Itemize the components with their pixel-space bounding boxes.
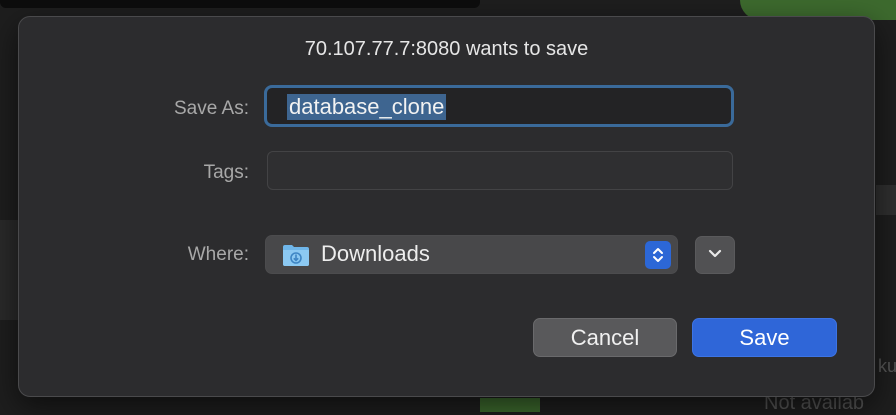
save-as-label: Save As: — [174, 98, 249, 119]
background-panel-right — [876, 185, 896, 215]
save-dialog: 70.107.77.7:8080 wants to save Save As: … — [18, 16, 875, 397]
chevron-down-icon — [707, 246, 723, 264]
expand-dialog-button[interactable] — [695, 236, 735, 274]
where-select[interactable]: Downloads — [265, 235, 678, 274]
up-down-chevron-icon[interactable] — [645, 241, 671, 269]
background-panel-left — [0, 220, 18, 320]
background-window-edge — [0, 0, 480, 8]
where-value: Downloads — [321, 241, 430, 266]
save-as-value: database_clone — [287, 94, 447, 120]
save-as-input[interactable]: database_clone — [264, 85, 734, 127]
dialog-title: 70.107.77.7:8080 wants to save — [304, 38, 589, 60]
save-button[interactable]: Save — [692, 318, 837, 357]
tags-input[interactable] — [267, 151, 733, 190]
cancel-button[interactable]: Cancel — [533, 318, 677, 357]
background-green-strip — [480, 398, 540, 412]
background-partial-text: ku — [878, 356, 896, 376]
where-label: Where: — [187, 244, 249, 265]
tags-label: Tags: — [203, 162, 249, 183]
downloads-folder-icon — [282, 243, 310, 267]
